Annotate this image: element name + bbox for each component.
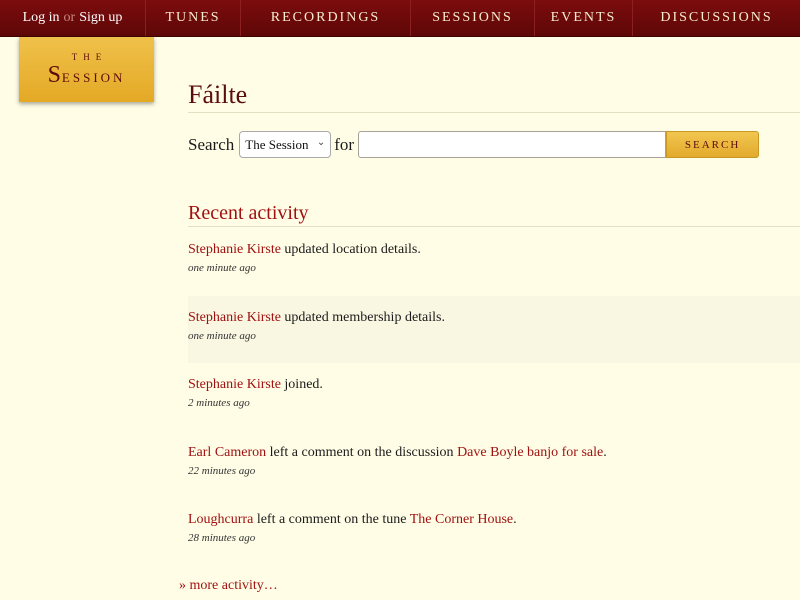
logo-name-rest: ESSION	[61, 70, 126, 85]
signup-link[interactable]: Sign up	[79, 10, 122, 26]
activity-timestamp: one minute ago	[188, 329, 256, 342]
nav-tunes[interactable]: TUNES	[146, 0, 241, 36]
recent-activity-title: Recent activity	[188, 202, 309, 224]
activity-actor-link[interactable]: Stephanie Kirste	[188, 310, 281, 325]
search-label: Search	[188, 134, 235, 154]
activity-text: Stephanie Kirste updated membership deta…	[188, 309, 800, 327]
login-link[interactable]: Log in	[23, 10, 60, 26]
activity-description: joined.	[280, 377, 323, 392]
top-navigation-bar: Log in or Sign up TUNES RECORDINGS SESSI…	[0, 0, 800, 37]
activity-actor-link[interactable]: Stephanie Kirste	[188, 377, 281, 392]
activity-item: Earl Cameron left a comment on the discu…	[188, 431, 800, 499]
search-form: Search The Session ⌄ for SEARCH	[188, 131, 760, 158]
for-label: for	[334, 134, 355, 154]
activity-target-link[interactable]: The Corner House	[410, 512, 513, 527]
nav-events[interactable]: EVENTS	[535, 0, 633, 36]
activity-list: Stephanie Kirste updated location detail…	[188, 228, 800, 566]
activity-description: left a comment on the discussion	[266, 444, 458, 460]
activity-description: updated location details.	[280, 242, 421, 257]
auth-links: Log in or Sign up	[0, 0, 146, 36]
more-activity-link[interactable]: » more activity…	[179, 578, 278, 594]
nav-discussions[interactable]: DISCUSSIONS	[633, 0, 800, 36]
search-button[interactable]: SEARCH	[666, 131, 760, 158]
logo-the: THE	[71, 52, 108, 62]
or-separator: or	[63, 10, 76, 25]
activity-description: left a comment on the tune	[253, 512, 410, 527]
activity-actor-link[interactable]: Earl Cameron	[188, 445, 266, 460]
activity-timestamp: 22 minutes ago	[188, 464, 256, 477]
chevron-down-icon: ⌄	[316, 137, 326, 148]
section-divider	[188, 226, 800, 227]
activity-item: Stephanie Kirste updated membership deta…	[188, 295, 800, 363]
activity-end: .	[603, 444, 607, 460]
activity-end: .	[513, 512, 517, 527]
search-input[interactable]	[358, 131, 667, 158]
activity-actor-link[interactable]: Loughcurra	[188, 512, 253, 527]
activity-timestamp: 28 minutes ago	[188, 532, 256, 544]
search-scope-select[interactable]: The Session ⌄	[239, 131, 332, 158]
activity-item: Stephanie Kirste joined. 2 minutes ago	[188, 363, 800, 431]
page-title: Fáilte	[188, 80, 248, 109]
activity-text: Loughcurra left a comment on the tune Th…	[188, 511, 800, 529]
title-divider	[188, 112, 800, 113]
activity-item: Stephanie Kirste updated location detail…	[188, 228, 800, 296]
nav-recordings[interactable]: RECORDINGS	[241, 0, 411, 36]
site-logo[interactable]: THE SESSION	[19, 37, 154, 102]
logo-name-initial: S	[47, 62, 62, 88]
nav-sessions[interactable]: SESSIONS	[411, 0, 535, 36]
activity-actor-link[interactable]: Stephanie Kirste	[188, 242, 281, 257]
logo-name: SESSION	[19, 62, 154, 89]
activity-item: Loughcurra left a comment on the tune Th…	[188, 498, 800, 566]
activity-text: Stephanie Kirste updated location detail…	[188, 241, 800, 259]
activity-target-link[interactable]: Dave Boyle banjo for sale	[457, 445, 603, 460]
activity-timestamp: 2 minutes ago	[188, 397, 250, 409]
activity-description: updated membership details.	[280, 309, 445, 325]
activity-text: Stephanie Kirste joined.	[188, 376, 800, 394]
search-scope-value: The Session	[245, 136, 309, 152]
activity-timestamp: one minute ago	[188, 262, 256, 274]
activity-text: Earl Cameron left a comment on the discu…	[188, 444, 800, 462]
